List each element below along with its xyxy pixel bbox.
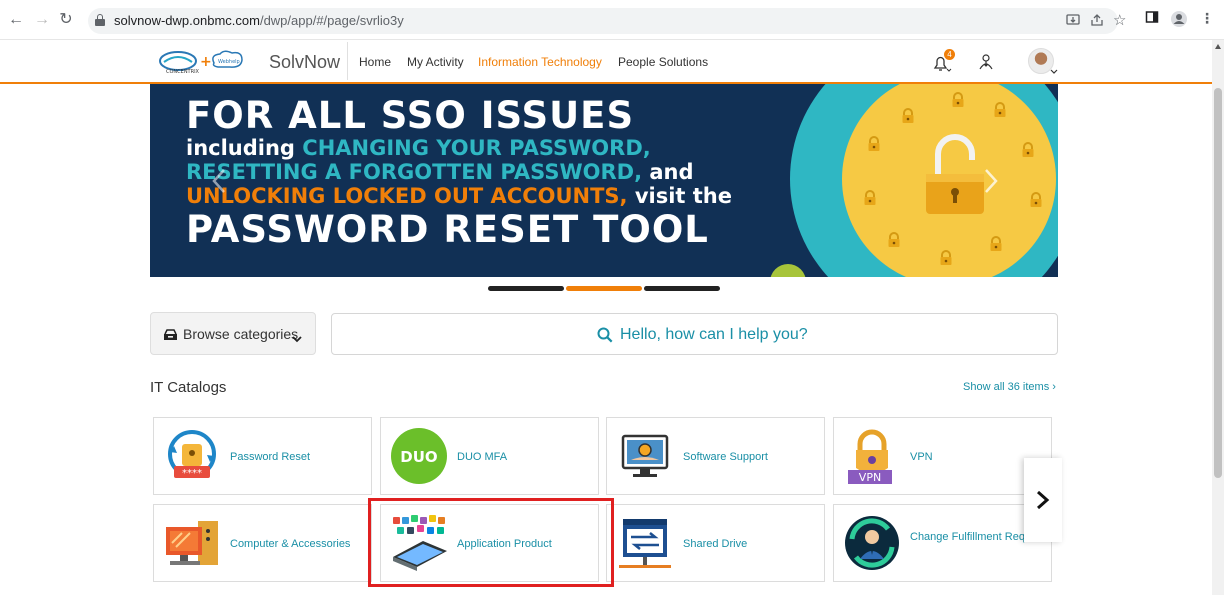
svg-text:+: +	[200, 54, 212, 70]
padlock-icon	[938, 250, 954, 266]
banner-headline: FOR ALL SSO ISSUES	[186, 94, 635, 137]
nav-home[interactable]: Home	[359, 55, 391, 69]
concentrix-webhelp-logo[interactable]: CONCENTRIX + Webhelp	[158, 49, 250, 75]
side-panel-icon[interactable]	[1145, 10, 1159, 30]
shared-drive-icon	[615, 513, 675, 573]
tile-label: Password Reset	[230, 451, 311, 463]
padlock-icon	[988, 236, 1004, 252]
tile-label: Software Support	[683, 451, 768, 463]
catalog-next-button[interactable]	[1024, 458, 1062, 542]
catalog-tile-application-product[interactable]: Application Product	[380, 504, 599, 582]
padlock-icon	[886, 232, 902, 248]
banner-line-3: RESETTING A FORGOTTEN PASSWORD, and	[186, 160, 694, 184]
banner-line-2: including CHANGING YOUR PASSWORD,	[186, 136, 651, 160]
nav-my-activity[interactable]: My Activity	[407, 55, 464, 69]
brand-name: SolvNow	[269, 52, 341, 72]
kebab-menu-icon[interactable]: ⋮	[1200, 10, 1214, 30]
tile-label: Shared Drive	[683, 538, 748, 550]
reload-icon[interactable]: ↻	[56, 10, 76, 30]
section-title: IT Catalogs	[150, 379, 227, 396]
carousel-indicators	[488, 286, 720, 291]
page-scrollbar[interactable]	[1212, 40, 1224, 595]
folder-tray-icon	[163, 328, 178, 340]
padlock-icon	[862, 190, 878, 206]
catalog-tile-duo-mfa[interactable]: DUO DUO MFA	[380, 417, 599, 495]
address-bar[interactable]: solvnow-dwp.onbmc.com/dwp/app/#/page/svr…	[88, 8, 1118, 34]
show-all-link[interactable]: Show all 36 items ›	[963, 381, 1056, 393]
scrollbar-thumb[interactable]	[1214, 88, 1222, 478]
share-icon[interactable]	[1090, 13, 1104, 30]
nav-people-solutions[interactable]: People Solutions	[618, 55, 708, 69]
back-icon[interactable]: ←	[6, 10, 26, 30]
catalog-tile-vpn[interactable]: VPN VPN	[833, 417, 1052, 495]
forward-icon[interactable]: →	[32, 10, 52, 30]
padlock-icon	[992, 102, 1008, 118]
vpn-icon: VPN	[842, 426, 902, 486]
carousel-indicator[interactable]	[566, 286, 642, 291]
profile-icon[interactable]	[1170, 10, 1188, 30]
svg-text:****: ****	[182, 468, 202, 479]
search-icon	[597, 327, 613, 343]
password-reset-icon: ****	[162, 426, 222, 486]
lock-icon	[95, 14, 105, 26]
header-divider	[347, 42, 348, 80]
chevron-down-icon[interactable]	[1050, 62, 1060, 74]
catalog-tile-change-fulfillment-request[interactable]: Change Fulfillment Request	[833, 504, 1052, 582]
banner-line-4: UNLOCKING LOCKED OUT ACCOUNTS, visit the	[186, 184, 732, 208]
app-header: CONCENTRIX + Webhelp SolvNow Home My Act…	[0, 40, 1212, 84]
search-input[interactable]: Hello, how can I help you?	[331, 313, 1058, 355]
carousel-indicator[interactable]	[644, 286, 720, 291]
change-fulfillment-icon	[842, 513, 902, 573]
padlock-icon	[1028, 192, 1044, 208]
hero-banner[interactable]: FOR ALL SSO ISSUES including CHANGING YO…	[150, 84, 1058, 277]
catalog-tile-software-support[interactable]: Software Support	[606, 417, 825, 495]
browse-categories-button[interactable]: Browse categories	[150, 312, 316, 355]
notification-badge: 4	[944, 49, 955, 60]
software-support-icon	[615, 426, 675, 486]
nav-information-technology[interactable]: Information Technology	[478, 55, 602, 69]
chevron-right-icon	[1037, 490, 1050, 510]
catalog-tile-computer-accessories[interactable]: Computer & Accessories	[153, 504, 372, 582]
url-text: solvnow-dwp.onbmc.com/dwp/app/#/page/svr…	[114, 13, 404, 28]
catalog-tile-password-reset[interactable]: **** Password Reset	[153, 417, 372, 495]
carousel-indicator[interactable]	[488, 286, 564, 291]
share-people-icon[interactable]	[976, 52, 998, 74]
banner-tool-title: PASSWORD RESET TOOL	[186, 208, 709, 251]
tile-label: DUO MFA	[457, 451, 508, 463]
svg-text:CONCENTRIX: CONCENTRIX	[166, 69, 200, 75]
svg-text:Webhelp: Webhelp	[218, 59, 240, 65]
catalog-tile-shared-drive[interactable]: Shared Drive	[606, 504, 825, 582]
padlock-icon	[950, 92, 966, 108]
computer-accessories-icon	[162, 513, 222, 573]
scroll-up-icon[interactable]	[1215, 44, 1221, 49]
application-product-icon	[389, 513, 449, 573]
svg-text:DUO: DUO	[400, 448, 437, 466]
carousel-prev-icon[interactable]	[210, 166, 230, 196]
chevron-down-icon	[292, 330, 302, 343]
padlock-icon	[1020, 142, 1036, 158]
install-app-icon[interactable]	[1066, 13, 1080, 30]
padlock-icon	[900, 108, 916, 124]
browser-toolbar: ← → ↻ solvnow-dwp.onbmc.com/dwp/app/#/pa…	[0, 0, 1224, 40]
bookmark-star-icon[interactable]: ☆	[1113, 11, 1126, 29]
carousel-next-icon[interactable]	[980, 166, 1000, 196]
tile-label: Computer & Accessories	[230, 538, 351, 550]
padlock-icon	[866, 136, 882, 152]
svg-text:VPN: VPN	[859, 471, 881, 484]
duo-mfa-icon: DUO	[389, 426, 449, 486]
browse-categories-label: Browse categories	[183, 326, 299, 342]
search-placeholder: Hello, how can I help you?	[620, 326, 808, 343]
banner-decoration	[770, 264, 806, 277]
tile-label: Application Product	[457, 538, 552, 550]
